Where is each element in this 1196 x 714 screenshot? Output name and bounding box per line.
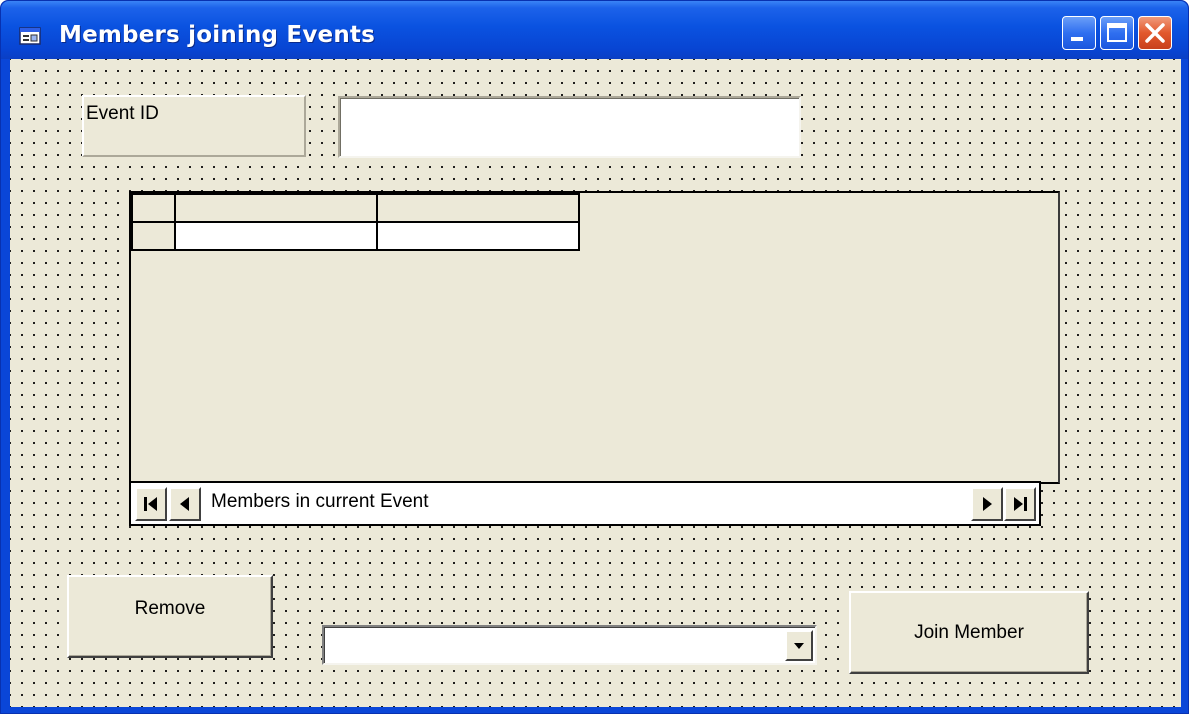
join-member-button[interactable]: Join Member bbox=[849, 591, 1089, 674]
app-window: Members joining Events Event ID Members … bbox=[0, 0, 1189, 714]
form-client-area: Event ID Members in current Event Remove… bbox=[10, 59, 1181, 707]
maximize-button[interactable] bbox=[1100, 16, 1134, 50]
grid-table bbox=[131, 193, 580, 251]
previous-record-button[interactable] bbox=[169, 487, 201, 521]
minimize-icon bbox=[1071, 37, 1083, 41]
grid-cell[interactable] bbox=[174, 221, 378, 251]
close-icon bbox=[1145, 23, 1165, 43]
grid-cell[interactable] bbox=[376, 221, 580, 251]
event-id-field[interactable] bbox=[338, 96, 801, 158]
row-selector-header[interactable] bbox=[131, 193, 176, 223]
column-header[interactable] bbox=[376, 193, 580, 223]
column-header[interactable] bbox=[174, 193, 378, 223]
next-record-icon bbox=[983, 497, 992, 511]
first-record-button[interactable] bbox=[135, 487, 167, 521]
minimize-button[interactable] bbox=[1062, 16, 1096, 50]
first-record-icon bbox=[144, 497, 157, 511]
member-combo[interactable] bbox=[322, 625, 817, 665]
event-id-label: Event ID bbox=[82, 95, 306, 157]
grid-header-row bbox=[131, 193, 580, 223]
last-record-button[interactable] bbox=[1004, 487, 1036, 521]
record-navigator: Members in current Event bbox=[129, 481, 1041, 526]
navigator-caption: Members in current Event bbox=[211, 491, 429, 512]
close-button[interactable] bbox=[1138, 16, 1172, 50]
window-title: Members joining Events bbox=[59, 22, 375, 48]
next-record-button[interactable] bbox=[971, 487, 1003, 521]
form-icon bbox=[19, 27, 41, 45]
combo-dropdown-button[interactable] bbox=[785, 630, 813, 661]
remove-button[interactable]: Remove bbox=[67, 575, 273, 658]
title-bar[interactable]: Members joining Events bbox=[1, 1, 1188, 59]
last-record-icon bbox=[1014, 497, 1027, 511]
members-grid[interactable] bbox=[129, 191, 1060, 484]
previous-record-icon bbox=[180, 497, 189, 511]
dropdown-arrow-icon bbox=[794, 642, 804, 649]
row-selector[interactable] bbox=[131, 221, 176, 251]
maximize-icon bbox=[1107, 23, 1127, 42]
table-row[interactable] bbox=[131, 221, 580, 251]
